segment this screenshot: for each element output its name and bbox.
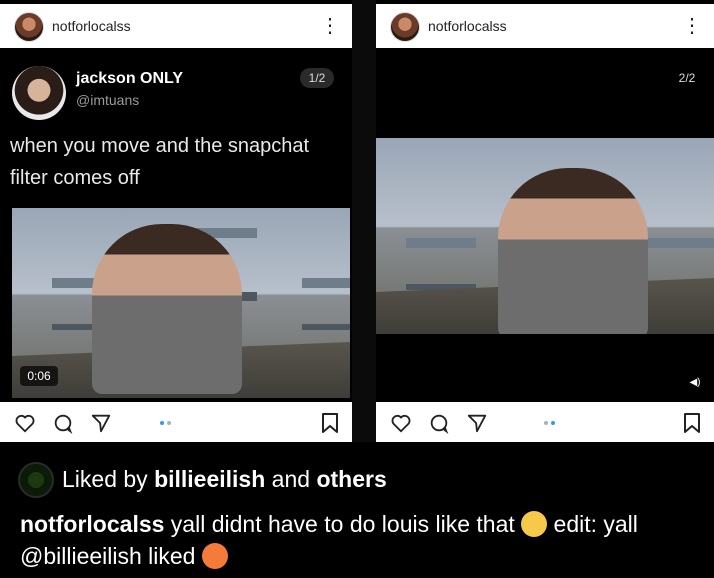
hot-face-icon <box>201 543 228 569</box>
video-time: 0:06 <box>20 366 58 386</box>
caption-author[interactable]: notforlocalss <box>20 511 164 537</box>
person-figure <box>92 224 242 394</box>
carousel-dots <box>160 421 171 425</box>
video-player[interactable] <box>12 208 350 398</box>
liked-user[interactable]: billieeilish <box>154 466 265 492</box>
action-bar <box>376 402 714 442</box>
caption-part1: yall didnt have to do louis like that <box>164 511 522 537</box>
pensive-face-icon <box>521 511 548 537</box>
video-player[interactable] <box>376 138 714 334</box>
post-header: notforlocalss ⋮ <box>0 4 352 48</box>
liked-prefix: Liked by <box>62 466 155 492</box>
share-icon[interactable] <box>466 412 488 434</box>
share-icon[interactable] <box>90 412 112 434</box>
post-username[interactable]: notforlocalss <box>52 18 131 34</box>
heart-icon[interactable] <box>14 412 36 434</box>
tweet-handle: @imtuans <box>76 92 140 108</box>
more-vertical-icon[interactable]: ⋮ <box>320 12 340 40</box>
liked-by-line[interactable]: Liked by billieeilish and others <box>62 466 387 493</box>
avatar[interactable] <box>14 12 44 42</box>
panel-divider <box>352 0 376 442</box>
liked-others[interactable]: others <box>316 466 386 492</box>
tweet-display-name: jackson ONLY <box>76 70 184 87</box>
carousel-pager: 2/2 <box>678 71 696 85</box>
avatar[interactable] <box>390 12 420 42</box>
post-username[interactable]: notforlocalss <box>428 18 507 34</box>
liked-middle: and <box>265 466 317 492</box>
bookmark-icon[interactable] <box>320 412 340 434</box>
action-bar <box>0 402 352 442</box>
liked-by-avatar[interactable] <box>18 462 54 498</box>
post-left: notforlocalss ⋮ jackson ONLY @imtuans 1/… <box>0 0 352 442</box>
person-figure <box>498 168 648 334</box>
bookmark-icon[interactable] <box>682 412 702 434</box>
volume-icon[interactable]: ◀) <box>686 374 704 392</box>
comment-icon[interactable] <box>428 412 450 434</box>
carousel-pager: 1/2 <box>300 68 334 88</box>
tweet-text: when you move and the snapchat filter co… <box>10 135 310 189</box>
post-right: notforlocalss ⋮ 2/2 ◀) <box>376 0 714 442</box>
heart-icon[interactable] <box>390 412 412 434</box>
tweet-avatar <box>12 66 66 120</box>
pier-pavilion <box>302 278 350 348</box>
comment-icon[interactable] <box>52 412 74 434</box>
carousel-dots <box>544 421 555 425</box>
post-header: notforlocalss ⋮ <box>376 4 714 48</box>
more-vertical-icon[interactable]: ⋮ <box>682 12 702 40</box>
caption-text: notforlocalss yall didnt have to do loui… <box>20 508 710 572</box>
